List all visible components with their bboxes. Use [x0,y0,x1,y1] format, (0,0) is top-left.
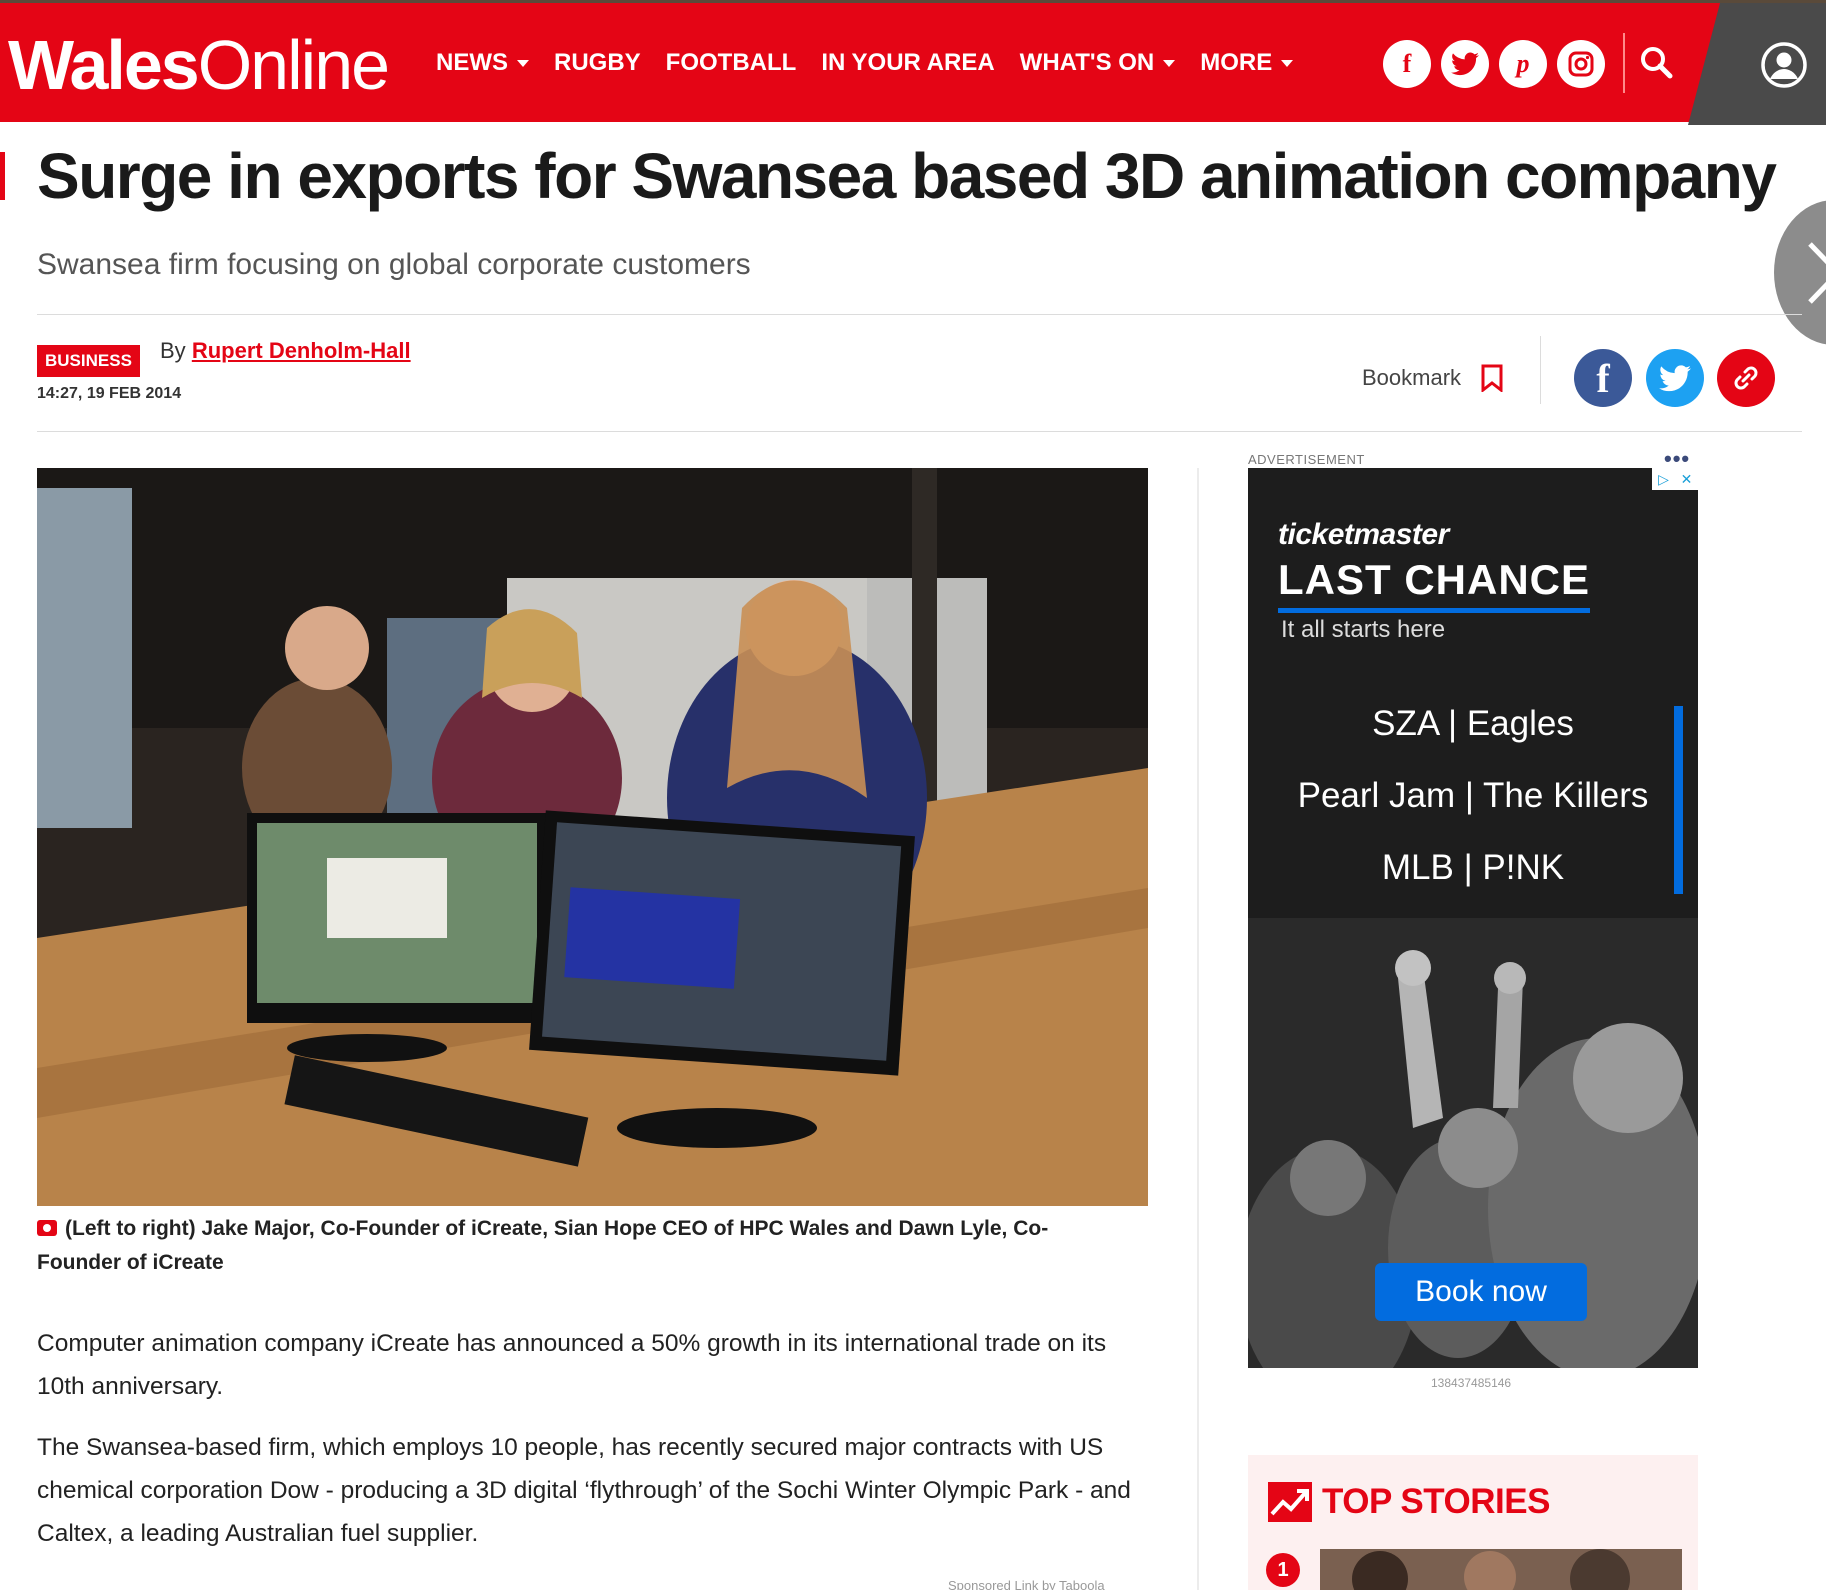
top-stories-panel: TOP STORIES 1 [1248,1455,1698,1590]
divider [1540,336,1541,404]
nav-whats-on[interactable]: WHAT'S ON [1020,49,1176,77]
pinterest-icon[interactable]: p [1499,40,1547,88]
nav-in-your-area[interactable]: IN YOUR AREA [821,49,994,77]
bookmark-label: Bookmark [1362,365,1462,390]
search-icon[interactable] [1637,43,1677,83]
ad-info-icon[interactable]: ▷ [1652,468,1675,490]
ad-choices[interactable]: ▷ ✕ [1652,468,1698,490]
copy-link-icon[interactable] [1717,349,1775,407]
ad-artist-list: SZA | Eagles Pearl Jam | The Killers MLB… [1248,700,1698,916]
nav-football-label: FOOTBALL [665,49,797,76]
article-standfirst: Swansea firm focusing on global corporat… [37,248,751,281]
byline: By Rupert Denholm-Hall [160,338,411,364]
divider [37,314,1802,315]
header-divider [1623,33,1625,93]
ad-line: SZA | Eagles [1372,704,1574,743]
facebook-icon[interactable]: f [1383,40,1431,88]
twitter-icon[interactable] [1441,40,1489,88]
ad-line: Pearl Jam | The Killers [1297,776,1649,815]
bookmark-button[interactable]: Bookmark [1362,364,1503,392]
ad-line: MLB | P!NK [1381,848,1565,887]
social-links: f p [1383,40,1605,88]
caption-text: (Left to right) Jake Major, Co-Founder o… [37,1217,1049,1274]
twitter-share-icon[interactable] [1646,349,1704,407]
nav-rugby[interactable]: RUGBY [554,49,641,77]
story-thumbnail[interactable] [1320,1549,1682,1590]
site-header: WalesOnline NEWS RUGBY FOOTBALL IN YOUR … [0,0,1826,125]
facebook-share-icon[interactable]: f [1574,349,1632,407]
divider [37,431,1802,432]
chevron-down-icon [1281,59,1294,67]
story-rank-badge: 1 [1266,1553,1300,1587]
article-headline: Surge in exports for Swansea based 3D an… [37,140,1777,212]
nav-news[interactable]: NEWS [436,49,529,77]
nav-in-your-area-label: IN YOUR AREA [821,49,995,76]
chevron-down-icon [1163,59,1176,67]
headline-accent [0,152,5,200]
top-stories-heading: TOP STORIES [1268,1482,1550,1522]
ad-label: ADVERTISEMENT [1248,452,1365,467]
ad-headline: LAST CHANCE [1278,556,1590,613]
nav-news-label: NEWS [436,49,508,76]
ad-accent-bar [1674,706,1683,894]
article-paragraph: Computer animation company iCreate has a… [37,1330,1107,1400]
byline-prefix: By [160,338,186,363]
ad-tagline: It all starts here [1281,616,1446,643]
nav-more-label: MORE [1200,49,1273,76]
ticketmaster-logo: ticketmaster [1278,518,1449,551]
chevron-down-icon [517,59,529,67]
article-paragraph: The Swansea-based firm, which employs 10… [37,1434,1131,1547]
trending-icon [1268,1482,1312,1522]
user-account-icon[interactable] [1760,41,1808,89]
nav-more[interactable]: MORE [1200,49,1294,77]
sponsored-label[interactable]: Sponsored Link by Taboola [948,1578,1105,1590]
logo-wales: Wales [8,26,200,104]
camera-icon [37,1220,57,1236]
nav-whats-on-label: WHAT'S ON [1019,49,1155,76]
ad-close-icon[interactable]: ✕ [1675,468,1698,490]
book-now-button[interactable]: Book now [1375,1263,1587,1321]
category-badge[interactable]: BUSINESS [37,345,140,377]
author-link[interactable]: Rupert Denholm-Hall [192,338,411,363]
next-article-button[interactable] [1774,200,1826,345]
publish-timestamp: 14:27, 19 FEB 2014 [37,385,182,402]
article-photo[interactable] [37,468,1148,1206]
nav-rugby-label: RUGBY [554,49,641,76]
ad-id: 138437485146 [1431,1376,1512,1390]
column-divider [1197,468,1199,1590]
photo-caption: (Left to right) Jake Major, Co-Founder o… [37,1212,1097,1280]
instagram-icon[interactable] [1557,40,1605,88]
main-nav: NEWS RUGBY FOOTBALL IN YOUR AREA WHAT'S … [436,49,1318,77]
advertisement[interactable]: ▷ ✕ ticketmaster LAST CHANCE It all star… [1248,468,1698,1368]
logo-online: Online [197,26,390,104]
bookmark-icon [1481,364,1503,392]
nav-football[interactable]: FOOTBALL [666,49,797,77]
site-logo[interactable]: WalesOnline [8,23,390,107]
top-stories-title: TOP STORIES [1322,1482,1550,1521]
